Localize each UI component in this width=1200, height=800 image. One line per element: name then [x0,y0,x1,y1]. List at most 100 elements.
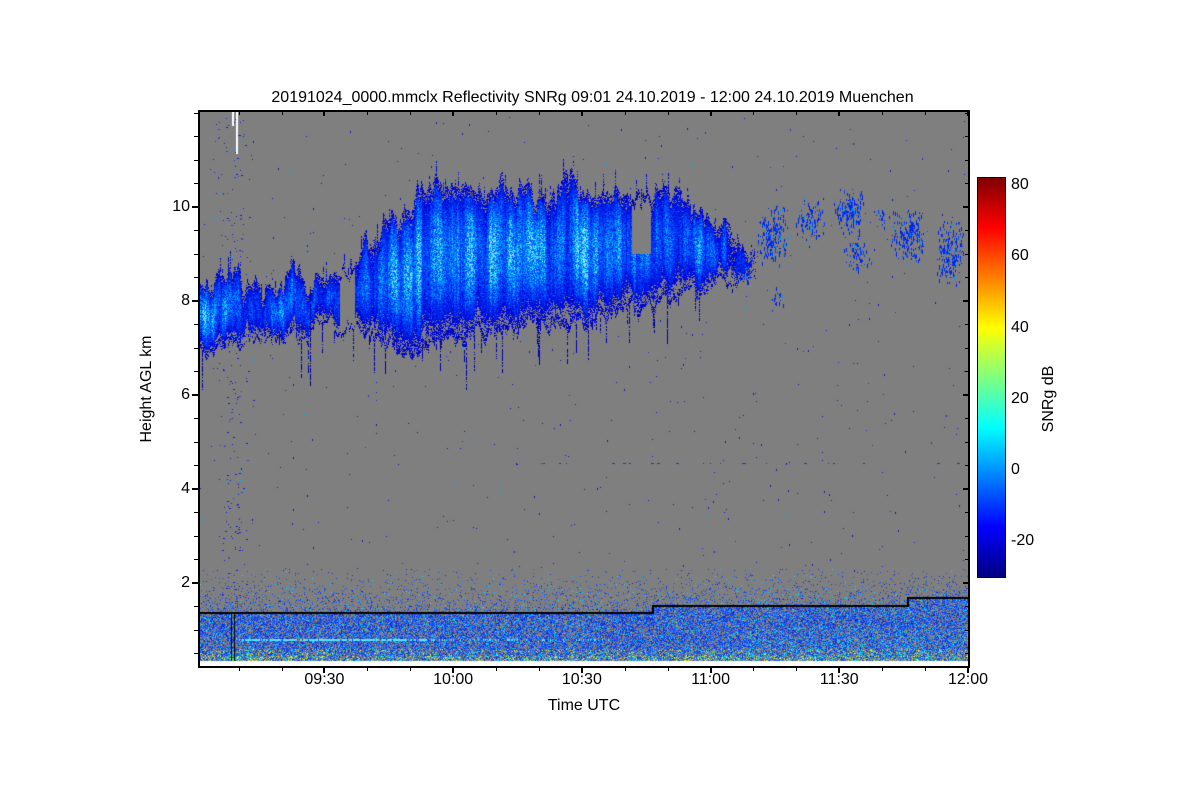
y-minor-tick-right [965,112,968,114]
y-tick-label: 8 [181,291,190,309]
y-minor-tick [194,441,198,443]
y-minor-tick-right [965,606,968,608]
x-minor-tick-top [624,112,626,115]
colorbar [977,177,1006,578]
y-major-tick-right [963,393,968,396]
y-tick-label: 2 [181,573,190,591]
x-tick-label: 11:30 [819,671,859,688]
y-minor-tick [194,347,198,349]
y-minor-tick-right [965,418,968,420]
x-minor-tick-top [925,112,927,115]
y-minor-tick [194,253,198,255]
x-minor-tick-top [882,112,884,115]
y-minor-tick-right [965,653,968,655]
x-minor-tick-top [667,112,669,115]
x-minor-tick [882,668,884,671]
x-minor-tick-top [496,112,498,115]
x-minor-tick [281,668,283,671]
y-minor-tick-right [965,136,968,138]
y-major-tick-right [963,299,968,302]
x-major-tick-top [323,112,326,116]
x-axis-label: Time UTC [547,697,621,714]
y-minor-tick-right [965,159,968,161]
x-tick-label: 12:00 [947,671,989,688]
y-minor-tick [194,371,198,373]
x-tick-label: 10:30 [561,671,602,688]
y-tick-label: 4 [181,479,190,497]
colorbar-tick-label: -20 [1011,532,1035,550]
y-minor-tick [194,465,198,467]
y-minor-tick [194,112,198,114]
y-major-tick-right [963,581,968,584]
y-minor-tick [194,324,198,326]
y-minor-tick-right [965,347,968,349]
x-minor-tick-top [238,112,240,115]
y-minor-tick [194,606,198,608]
colorbar-tick-label: 80 [1011,176,1029,194]
x-minor-tick [367,668,369,671]
y-tick-label: 6 [181,385,190,403]
y-minor-tick [194,629,198,631]
x-minor-tick [753,668,755,671]
colorbar-label: SNRg dB [1040,365,1057,433]
y-minor-tick [194,136,198,138]
y-minor-tick-right [965,559,968,561]
y-minor-tick-right [965,535,968,537]
y-minor-tick-right [965,253,968,255]
y-minor-tick-right [965,183,968,185]
y-major-tick [192,393,198,396]
y-minor-tick-right [965,230,968,232]
y-minor-tick [194,183,198,185]
y-major-tick [192,487,198,490]
x-minor-tick [796,668,798,671]
x-major-tick-top [452,112,455,116]
y-minor-tick-right [965,465,968,467]
x-minor-tick [238,668,240,671]
plot-area-border [198,110,970,668]
x-major-tick-top [709,112,712,116]
x-minor-tick-top [410,112,412,115]
y-minor-tick-right [965,324,968,326]
y-minor-tick [194,159,198,161]
y-minor-tick [194,653,198,655]
y-major-tick [192,299,198,302]
y-minor-tick [194,512,198,514]
y-minor-tick [194,559,198,561]
y-tick-label: 10 [172,197,190,215]
x-minor-tick-top [281,112,283,115]
y-major-tick [192,205,198,208]
colorbar-tick-label: 0 [1011,461,1020,479]
y-minor-tick-right [965,629,968,631]
y-minor-tick [194,230,198,232]
y-axis-label: Height AGL km [138,335,155,443]
y-major-tick [192,581,198,584]
chart-title: 20191024_0000.mmclx Reflectivity SNRg 09… [271,89,914,106]
x-minor-tick-top [367,112,369,115]
x-minor-tick [667,668,669,671]
y-minor-tick-right [965,441,968,443]
x-minor-tick [496,668,498,671]
y-minor-tick [194,535,198,537]
y-minor-tick-right [965,277,968,279]
radar-reflectivity-figure: 20191024_0000.mmclx Reflectivity SNRg 09… [0,0,1200,800]
x-major-tick-top [838,112,841,116]
y-minor-tick [194,277,198,279]
y-minor-tick-right [965,512,968,514]
colorbar-tick-label: 60 [1011,247,1029,265]
x-tick-label: 11:00 [691,671,730,688]
y-major-tick-right [963,205,968,208]
x-minor-tick [538,668,540,671]
x-minor-tick [410,668,412,671]
colorbar-tick-label: 40 [1011,318,1029,336]
y-major-tick-right [963,487,968,490]
x-minor-tick-top [796,112,798,115]
x-minor-tick-top [538,112,540,115]
y-minor-tick [194,418,198,420]
x-minor-tick-top [753,112,755,115]
x-tick-label: 09:30 [304,671,345,688]
x-major-tick-top [580,112,583,116]
x-minor-tick [925,668,927,671]
x-tick-label: 10:00 [433,671,474,688]
y-minor-tick-right [965,371,968,373]
x-minor-tick [624,668,626,671]
